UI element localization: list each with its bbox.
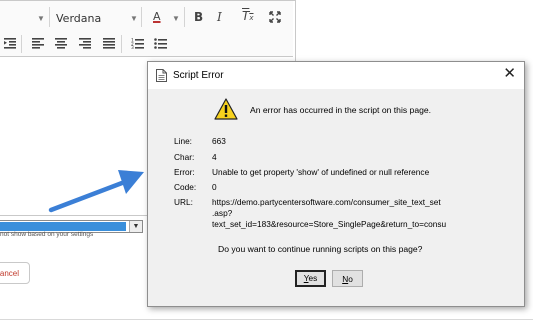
align-right-icon[interactable]: [79, 38, 91, 49]
warning-icon: [214, 98, 238, 120]
line-value: 663: [212, 136, 226, 146]
cancel-button[interactable]: ancel: [0, 262, 30, 284]
line-label: Line:: [174, 136, 192, 146]
error-headline: An error has occurred in the script on t…: [250, 105, 432, 115]
url-value-line-3: text_set_id=183&resource=Store_SinglePag…: [212, 219, 447, 229]
editor-toolbar-bottom: 123: [0, 32, 293, 57]
text-color-icon[interactable]: A: [153, 10, 161, 23]
align-left-icon[interactable]: [32, 38, 44, 49]
indent-icon[interactable]: [4, 38, 16, 49]
unordered-list-icon[interactable]: [154, 37, 167, 49]
chevron-down-icon[interactable]: ▼: [129, 221, 142, 232]
error-value: Unable to get property 'show' of undefin…: [212, 167, 430, 177]
error-label: Error:: [174, 167, 195, 177]
clear-format-icon[interactable]: Tx: [242, 9, 254, 23]
code-label: Code:: [174, 182, 197, 192]
char-value: 4: [212, 152, 217, 162]
dialog-titlebar[interactable]: Script Error ✕: [148, 62, 524, 89]
text-color-caret-icon[interactable]: ▼: [172, 14, 180, 23]
justify-icon[interactable]: [103, 38, 115, 49]
svg-text:3: 3: [131, 45, 134, 49]
dropdown-caret-icon[interactable]: ▼: [37, 14, 45, 23]
toolbar-divider: [121, 35, 122, 53]
select-highlight: [0, 222, 126, 231]
yes-label-rest: es: [308, 273, 318, 283]
toolbar-divider: [21, 35, 22, 53]
no-label-rest: o: [348, 274, 353, 284]
close-icon[interactable]: ✕: [503, 66, 516, 82]
toolbar-divider: [184, 7, 185, 27]
url-value-line-2: .asp?: [212, 208, 233, 218]
yes-button[interactable]: Yes: [295, 270, 326, 287]
font-dropdown-caret-icon[interactable]: ▼: [130, 14, 138, 23]
ordered-list-icon[interactable]: 123: [131, 37, 144, 49]
url-label: URL:: [174, 197, 193, 207]
align-center-icon[interactable]: [55, 38, 67, 49]
no-button[interactable]: No: [332, 270, 363, 287]
bold-icon[interactable]: B: [194, 10, 203, 24]
url-value-line-1: https://demo.partycentersoftware.com/con…: [212, 197, 441, 207]
script-error-dialog: Script Error ✕ An error has occurred in …: [147, 61, 525, 307]
toolbar-divider: [49, 7, 50, 27]
divider: [0, 319, 533, 320]
dialog-title: Script Error: [173, 70, 224, 81]
toolbar-divider: [141, 7, 142, 27]
editor-toolbar-top: ▼ Verdana ▼ A ▼ B I Tx: [0, 1, 293, 33]
code-value: 0: [212, 182, 217, 192]
char-label: Char:: [174, 152, 195, 162]
annotation-arrow: [48, 170, 144, 213]
italic-icon[interactable]: I: [217, 10, 222, 24]
document-icon: [156, 69, 167, 82]
continue-question: Do you want to continue running scripts …: [218, 244, 423, 254]
maximize-icon[interactable]: [269, 11, 281, 23]
font-family-select[interactable]: Verdana: [56, 12, 101, 25]
settings-hint: not show based on your settings: [0, 231, 94, 238]
